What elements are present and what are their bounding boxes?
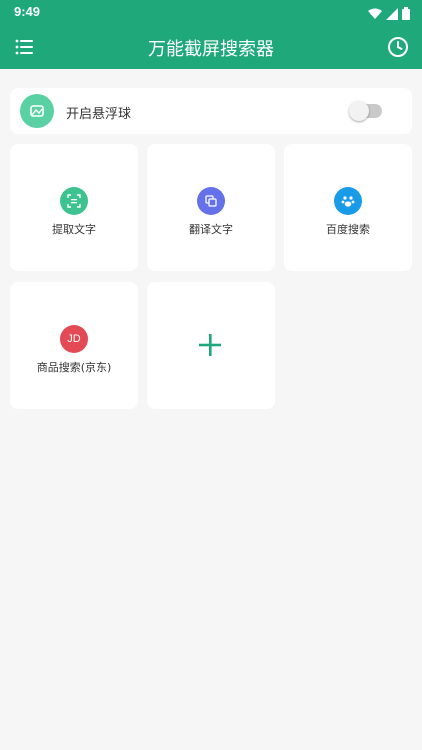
jd-logo: JD xyxy=(60,325,88,353)
tile-label: 提取文字 xyxy=(52,223,96,236)
tile-label: 百度搜索 xyxy=(326,223,370,236)
float-ball-toggle[interactable] xyxy=(349,101,382,121)
tile-extract-text[interactable]: 提取文字 xyxy=(10,144,138,271)
plus-icon xyxy=(197,332,223,358)
status-bar: 9:49 xyxy=(0,0,422,24)
signal-icon xyxy=(386,5,398,24)
tile-translate-text[interactable]: 翻译文字 xyxy=(147,144,275,271)
history-button[interactable] xyxy=(386,35,410,59)
page-title: 万能截屏搜索器 xyxy=(148,39,274,60)
tile-label: 商品搜索(京东) xyxy=(36,361,112,374)
scan-text-icon xyxy=(60,187,88,215)
translate-icon xyxy=(197,187,225,215)
clock-icon xyxy=(388,37,408,57)
float-ball-avatar xyxy=(20,94,54,128)
status-icons xyxy=(368,5,410,24)
mountain-icon xyxy=(30,105,44,117)
tile-label: 翻译文字 xyxy=(189,223,233,236)
paw-icon xyxy=(334,187,362,215)
tile-jd-search[interactable]: JD 商品搜索(京东) xyxy=(10,282,138,409)
toggle-knob xyxy=(349,101,369,121)
battery-icon xyxy=(402,5,410,24)
status-time: 9:49 xyxy=(14,4,41,19)
tile-baidu-search[interactable]: 百度搜索 xyxy=(284,144,412,271)
app-bar: 万能截屏搜索器 xyxy=(0,24,422,69)
jd-logo-text: JD xyxy=(67,333,81,345)
float-ball-card: 开启悬浮球 xyxy=(10,88,412,134)
float-ball-label: 开启悬浮球 xyxy=(66,107,132,122)
wifi-icon xyxy=(368,5,382,24)
tile-add[interactable] xyxy=(147,282,275,409)
